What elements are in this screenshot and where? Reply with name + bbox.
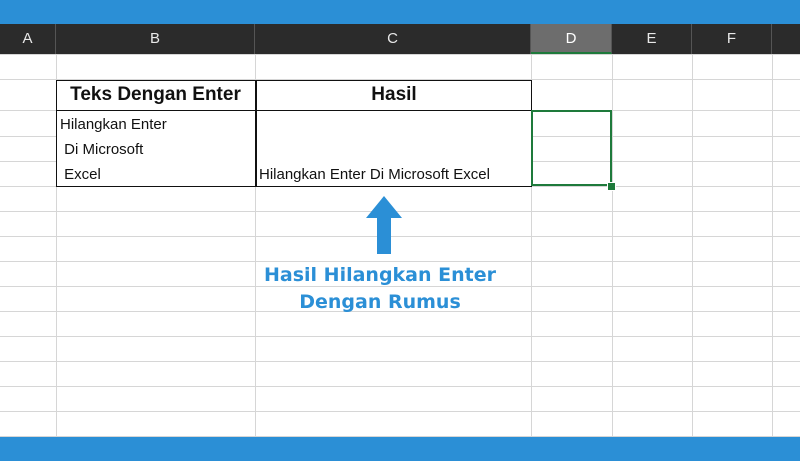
annotation-line-1: Hasil Hilangkan Enter — [264, 264, 496, 286]
column-header-d[interactable]: D — [531, 24, 612, 54]
cell-b-line-2[interactable]: Di Microsoft — [60, 141, 143, 158]
header-cell-hasil[interactable]: Hasil — [257, 84, 531, 106]
fill-handle[interactable] — [607, 182, 616, 191]
column-header-b[interactable]: B — [56, 24, 255, 54]
column-header-c[interactable]: C — [255, 24, 531, 54]
cell-b-line-3[interactable]: Excel — [60, 166, 101, 183]
column-header-a[interactable]: A — [0, 24, 56, 54]
column-header-g[interactable] — [772, 24, 800, 54]
cell-b-line-1[interactable]: Hilangkan Enter — [60, 116, 167, 133]
top-accent-band — [0, 0, 800, 24]
selected-cell-d[interactable] — [531, 110, 612, 186]
column-header-f[interactable]: F — [692, 24, 772, 54]
cell-c-result[interactable]: Hilangkan Enter Di Microsoft Excel — [259, 166, 490, 183]
header-cell-teks[interactable]: Teks Dengan Enter — [56, 84, 255, 106]
column-header-e[interactable]: E — [612, 24, 692, 54]
annotation-line-2: Dengan Rumus — [299, 291, 461, 313]
up-arrow-icon — [366, 196, 402, 254]
bottom-accent-band — [0, 437, 800, 461]
